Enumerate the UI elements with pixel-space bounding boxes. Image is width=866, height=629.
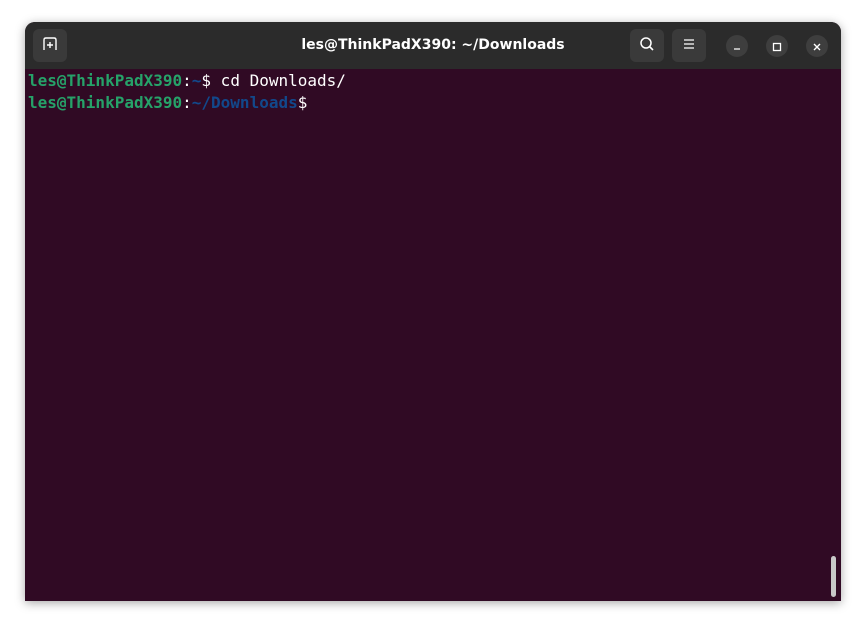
- prompt-separator: :: [182, 93, 192, 112]
- terminal-output[interactable]: les@ThinkPadX390:~$ cd Downloads/ les@Th…: [25, 69, 841, 601]
- search-button[interactable]: [630, 29, 664, 62]
- terminal-line: les@ThinkPadX390:~$ cd Downloads/: [28, 70, 346, 92]
- prompt-path: ~: [191, 71, 202, 90]
- vertical-scrollbar[interactable]: [831, 556, 836, 597]
- terminal-window: les@ThinkPadX390: ~/Downloads les@ThinkP…: [25, 22, 841, 601]
- new-tab-icon: [42, 36, 58, 56]
- hamburger-menu-icon: [682, 36, 696, 55]
- close-icon: [812, 37, 822, 56]
- new-tab-button[interactable]: [33, 29, 67, 62]
- maximize-icon: [772, 37, 782, 56]
- close-button[interactable]: [806, 35, 828, 57]
- title-bar[interactable]: les@ThinkPadX390: ~/Downloads: [25, 22, 841, 69]
- prompt-user-host: les@ThinkPadX390: [28, 71, 183, 90]
- prompt-separator: :: [182, 71, 192, 90]
- menu-button[interactable]: [672, 29, 706, 62]
- command-text: cd Downloads/: [211, 71, 346, 90]
- prompt-user-host: les@ThinkPadX390: [28, 93, 183, 112]
- prompt-symbol: $: [297, 93, 308, 112]
- search-icon: [639, 36, 655, 56]
- prompt-path: ~/Downloads: [191, 93, 298, 112]
- prompt-symbol: $: [201, 71, 212, 90]
- minimize-icon: [732, 37, 742, 56]
- window-title: les@ThinkPadX390: ~/Downloads: [301, 37, 565, 53]
- minimize-button[interactable]: [726, 35, 748, 57]
- terminal-line: les@ThinkPadX390:~/Downloads$: [28, 92, 307, 114]
- maximize-button[interactable]: [766, 35, 788, 57]
